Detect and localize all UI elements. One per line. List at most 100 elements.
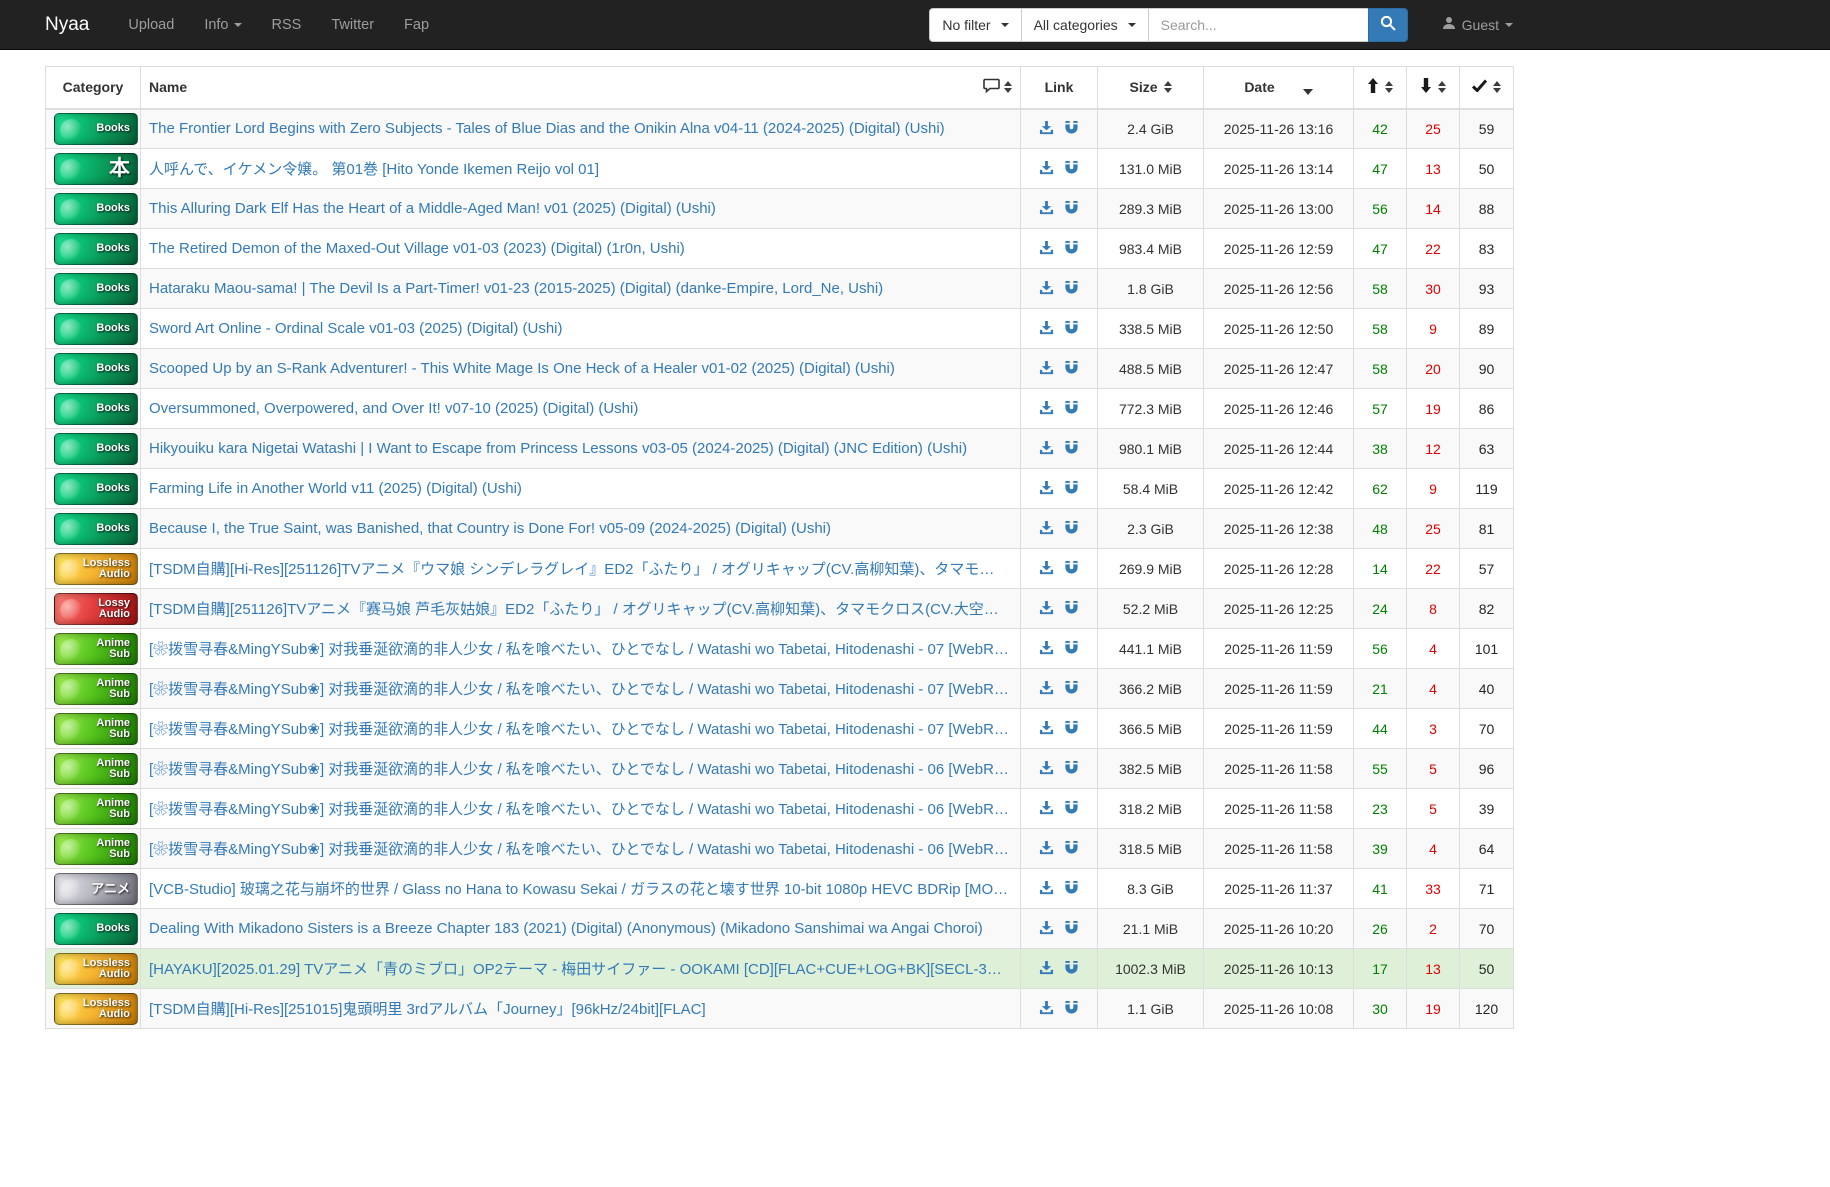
nav-link-twitter[interactable]: Twitter <box>316 17 389 33</box>
magnet-icon[interactable] <box>1064 440 1079 458</box>
download-icon[interactable] <box>1039 680 1054 698</box>
torrent-name-link[interactable]: [HAYAKU][2025.01.29] TVアニメ「青のミブロ」OP2テーマ … <box>149 958 1012 979</box>
download-icon[interactable] <box>1039 600 1054 618</box>
magnet-icon[interactable] <box>1064 1000 1079 1018</box>
download-icon[interactable] <box>1039 400 1054 418</box>
torrent-name-link[interactable]: [TSDM自購][Hi-Res][251015]鬼頭明里 3rdアルバム「Jou… <box>149 998 1012 1019</box>
torrent-name-link[interactable]: [TSDM自購][251126]TVアニメ『赛马娘 芦毛灰姑娘』ED2「ふたり」… <box>149 598 1012 619</box>
nav-link-upload[interactable]: Upload <box>113 17 189 33</box>
nav-link-rss[interactable]: RSS <box>257 17 317 33</box>
magnet-icon[interactable] <box>1064 240 1079 258</box>
category-badge[interactable]: アニメ <box>54 872 138 905</box>
magnet-icon[interactable] <box>1064 160 1079 178</box>
category-badge[interactable]: Anime Sub <box>54 712 138 745</box>
magnet-icon[interactable] <box>1064 640 1079 658</box>
download-icon[interactable] <box>1039 320 1054 338</box>
torrent-name-link[interactable]: The Retired Demon of the Maxed-Out Villa… <box>149 240 1012 257</box>
search-input[interactable] <box>1147 7 1368 42</box>
magnet-icon[interactable] <box>1064 360 1079 378</box>
category-badge[interactable]: Books <box>54 272 138 305</box>
nav-link-info[interactable]: Info <box>189 17 256 33</box>
download-icon[interactable] <box>1039 880 1054 898</box>
torrent-name-link[interactable]: Oversummoned, Overpowered, and Over It! … <box>149 400 1012 417</box>
nav-link-fap[interactable]: Fap <box>389 17 444 33</box>
download-icon[interactable] <box>1039 160 1054 178</box>
category-badge[interactable]: Lossless Audio <box>54 552 138 585</box>
category-badge[interactable]: Books <box>54 512 138 545</box>
magnet-icon[interactable] <box>1064 800 1079 818</box>
torrent-name-link[interactable]: Sword Art Online - Ordinal Scale v01-03 … <box>149 320 1012 337</box>
magnet-icon[interactable] <box>1064 880 1079 898</box>
magnet-icon[interactable] <box>1064 200 1079 218</box>
header-date[interactable]: Date <box>1203 66 1354 110</box>
category-badge[interactable]: Lossy Audio <box>54 592 138 625</box>
magnet-icon[interactable] <box>1064 120 1079 138</box>
category-badge[interactable]: Anime Sub <box>54 632 138 665</box>
magnet-icon[interactable] <box>1064 400 1079 418</box>
brand-link[interactable]: Nyaa <box>45 14 113 36</box>
torrent-name-link[interactable]: [❀拨雪寻春&MingYSub❀] 对我垂涎欲滴的非人少女 / 私を喰べたい、ひ… <box>149 758 1012 779</box>
header-size[interactable]: Size <box>1097 66 1204 110</box>
category-badge[interactable]: Lossless Audio <box>54 992 138 1025</box>
magnet-icon[interactable] <box>1064 720 1079 738</box>
torrent-name-link[interactable]: Dealing With Mikadono Sisters is a Breez… <box>149 920 1012 937</box>
category-badge[interactable]: Books <box>54 392 138 425</box>
header-leechers[interactable] <box>1406 66 1460 110</box>
download-icon[interactable] <box>1039 240 1054 258</box>
download-icon[interactable] <box>1039 560 1054 578</box>
sort-completed-control[interactable] <box>1493 81 1501 94</box>
download-icon[interactable] <box>1039 840 1054 858</box>
magnet-icon[interactable] <box>1064 480 1079 498</box>
category-badge[interactable]: Anime Sub <box>54 792 138 825</box>
magnet-icon[interactable] <box>1064 680 1079 698</box>
magnet-icon[interactable] <box>1064 280 1079 298</box>
header-seeders[interactable] <box>1353 66 1407 110</box>
download-icon[interactable] <box>1039 520 1054 538</box>
torrent-name-link[interactable]: Scooped Up by an S-Rank Adventurer! - Th… <box>149 360 1012 377</box>
category-badge[interactable]: Books <box>54 352 138 385</box>
category-dropdown[interactable]: All categories <box>1020 7 1148 42</box>
download-icon[interactable] <box>1039 720 1054 738</box>
download-icon[interactable] <box>1039 760 1054 778</box>
category-badge[interactable]: Books <box>54 432 138 465</box>
torrent-name-link[interactable]: 人呼んで、イケメン令嬢。 第01巻 [Hito Yonde Ikemen Rei… <box>149 158 1012 179</box>
filter-dropdown[interactable]: No filter <box>929 7 1021 42</box>
torrent-name-link[interactable]: [❀拨雪寻春&MingYSub❀] 对我垂涎欲滴的非人少女 / 私を喰べたい、ひ… <box>149 838 1012 859</box>
user-menu[interactable]: Guest <box>1442 16 1513 33</box>
torrent-name-link[interactable]: [TSDM自購][Hi-Res][251126]TVアニメ『ウマ娘 シンデレラグ… <box>149 558 1012 579</box>
torrent-name-link[interactable]: Because I, the True Saint, was Banished,… <box>149 520 1012 537</box>
download-icon[interactable] <box>1039 640 1054 658</box>
category-badge[interactable]: Books <box>54 112 138 145</box>
magnet-icon[interactable] <box>1064 840 1079 858</box>
sort-leechers-control[interactable] <box>1438 81 1446 94</box>
download-icon[interactable] <box>1039 280 1054 298</box>
torrent-name-link[interactable]: [❀拨雪寻春&MingYSub❀] 对我垂涎欲滴的非人少女 / 私を喰べたい、ひ… <box>149 678 1012 699</box>
magnet-icon[interactable] <box>1064 760 1079 778</box>
category-badge[interactable]: Books <box>54 192 138 225</box>
download-icon[interactable] <box>1039 960 1054 978</box>
category-badge[interactable]: Books <box>54 312 138 345</box>
magnet-icon[interactable] <box>1064 920 1079 938</box>
torrent-name-link[interactable]: [VCB-Studio] 玻璃之花与崩坏的世界 / Glass no Hana … <box>149 878 1012 899</box>
magnet-icon[interactable] <box>1064 320 1079 338</box>
torrent-name-link[interactable]: [❀拨雪寻春&MingYSub❀] 对我垂涎欲滴的非人少女 / 私を喰べたい、ひ… <box>149 798 1012 819</box>
download-icon[interactable] <box>1039 480 1054 498</box>
download-icon[interactable] <box>1039 1000 1054 1018</box>
download-icon[interactable] <box>1039 920 1054 938</box>
torrent-name-link[interactable]: Farming Life in Another World v11 (2025)… <box>149 480 1012 497</box>
magnet-icon[interactable] <box>1064 520 1079 538</box>
magnet-icon[interactable] <box>1064 600 1079 618</box>
category-badge[interactable]: Anime Sub <box>54 832 138 865</box>
download-icon[interactable] <box>1039 800 1054 818</box>
category-badge[interactable]: Books <box>54 472 138 505</box>
sort-seeders-control[interactable] <box>1385 81 1393 94</box>
torrent-name-link[interactable]: [❀拨雪寻春&MingYSub❀] 对我垂涎欲滴的非人少女 / 私を喰べたい、ひ… <box>149 718 1012 739</box>
category-badge[interactable]: Anime Sub <box>54 672 138 705</box>
header-completed[interactable] <box>1459 66 1514 110</box>
torrent-name-link[interactable]: Hataraku Maou-sama! | The Devil Is a Par… <box>149 280 1012 297</box>
torrent-name-link[interactable]: [❀拨雪寻春&MingYSub❀] 对我垂涎欲滴的非人少女 / 私を喰べたい、ひ… <box>149 638 1012 659</box>
download-icon[interactable] <box>1039 440 1054 458</box>
category-badge[interactable]: Lossless Audio <box>54 952 138 985</box>
category-badge[interactable]: Books <box>54 232 138 265</box>
magnet-icon[interactable] <box>1064 560 1079 578</box>
